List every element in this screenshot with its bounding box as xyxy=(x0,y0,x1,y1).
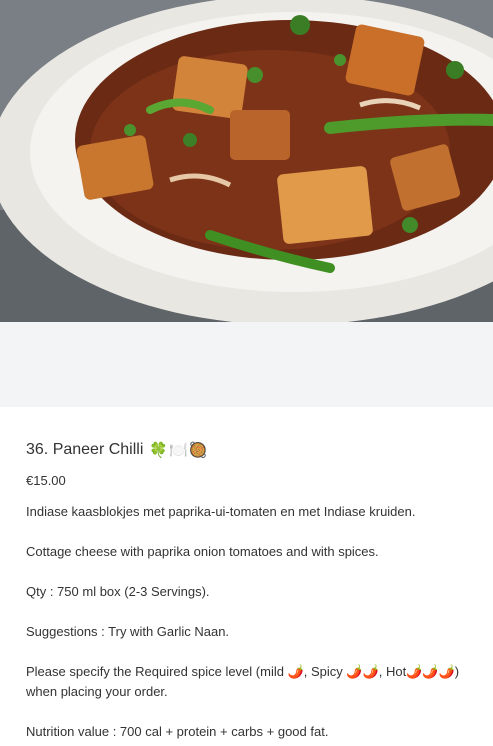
spice-level-note: Please specify the Required spice level … xyxy=(26,662,467,702)
product-details: 36. Paneer Chilli 🍀🍽️🥘 €15.00 Indiase ka… xyxy=(0,407,493,742)
quantity-info: Qty : 750 ml box (2-3 Servings). xyxy=(26,584,210,599)
description-english: Cottage cheese with paprika onion tomato… xyxy=(26,544,379,559)
chili-mild-icon: 🌶️ xyxy=(287,664,304,679)
spice-prefix: Please specify the Required spice level … xyxy=(26,664,288,679)
title-emojis: 🍀🍽️🥘 xyxy=(149,442,209,459)
suggestions-info: Suggestions : Try with Garlic Naan. xyxy=(26,624,230,639)
product-image xyxy=(0,0,493,322)
product-price: €15.00 xyxy=(26,473,66,488)
chili-spicy-icon: 🌶️🌶️ xyxy=(346,664,379,679)
paneer-chilli-photo xyxy=(0,0,493,322)
chili-hot-icon: 🌶️🌶️🌶️ xyxy=(406,664,455,679)
nutrition-info: Nutrition value : 700 cal + protein + ca… xyxy=(26,724,329,739)
description-dutch: Indiase kaasblokjes met paprika-ui-tomat… xyxy=(26,504,416,519)
image-spacer xyxy=(0,322,493,407)
product-title: 36. Paneer Chilli 🍀🍽️🥘 xyxy=(26,437,467,463)
product-title-text: 36. Paneer Chilli xyxy=(26,441,144,458)
spice-hot-label: , Hot xyxy=(378,664,407,679)
spice-spicy-label: , Spicy xyxy=(303,664,347,679)
